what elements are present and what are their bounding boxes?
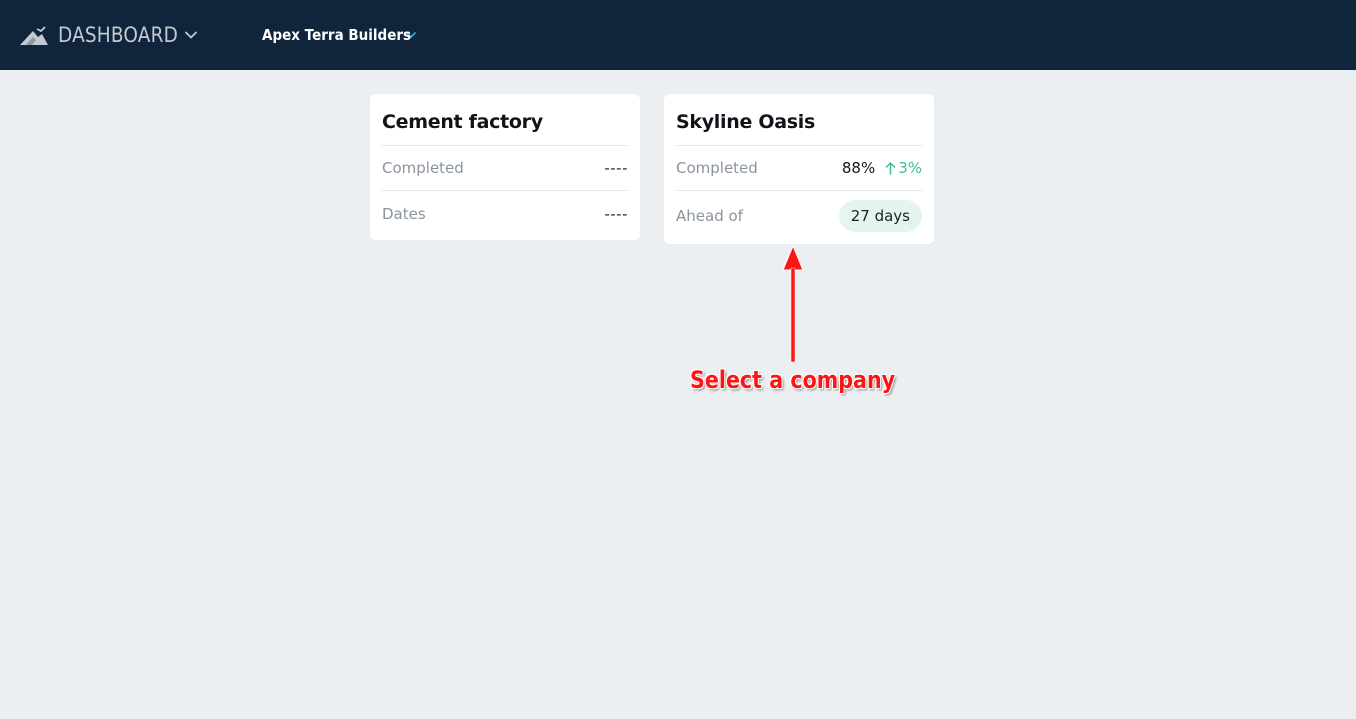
completed-row: Completed 88% 3%: [676, 146, 922, 191]
completed-value: 88%: [841, 159, 876, 177]
top-navigation-bar: DASHBOARD Apex Terra Builders: [0, 0, 1356, 70]
chevron-down-icon[interactable]: [184, 28, 198, 42]
days-ahead-badge: 27 days: [838, 200, 922, 232]
app-title: DASHBOARD: [58, 23, 179, 47]
mountain-logo-icon: [20, 26, 48, 45]
completed-row: Completed ----: [382, 146, 628, 191]
schedule-label: Ahead of: [676, 207, 743, 225]
project-card-cement-factory[interactable]: Cement factory Completed ---- Dates ----: [370, 94, 640, 240]
dates-label: Dates: [382, 204, 426, 223]
project-title: Skyline Oasis: [676, 94, 922, 146]
completed-value: ----: [604, 159, 628, 177]
dashboard-menu[interactable]: DASHBOARD: [20, 18, 198, 52]
completed-label: Completed: [676, 159, 758, 177]
trend-value: 3%: [898, 159, 922, 177]
project-card-skyline-oasis[interactable]: Skyline Oasis Completed 88% 3% Ahead of …: [664, 94, 934, 244]
arrow-up-icon: [885, 161, 896, 175]
company-selector-label: Apex Terra Builders: [262, 26, 412, 44]
annotation-arrow-up-icon: [782, 246, 804, 363]
project-title: Cement factory: [382, 94, 628, 146]
completed-label: Completed: [382, 159, 464, 177]
dates-value: ----: [604, 204, 628, 223]
dates-row: Dates ----: [382, 191, 628, 236]
trend-indicator: 3%: [885, 159, 922, 177]
schedule-row: Ahead of 27 days: [676, 191, 922, 241]
company-selector[interactable]: Apex Terra Builders: [262, 22, 417, 48]
completed-metric: 88% 3%: [842, 159, 922, 177]
annotation-label: Select a company: [690, 366, 896, 394]
